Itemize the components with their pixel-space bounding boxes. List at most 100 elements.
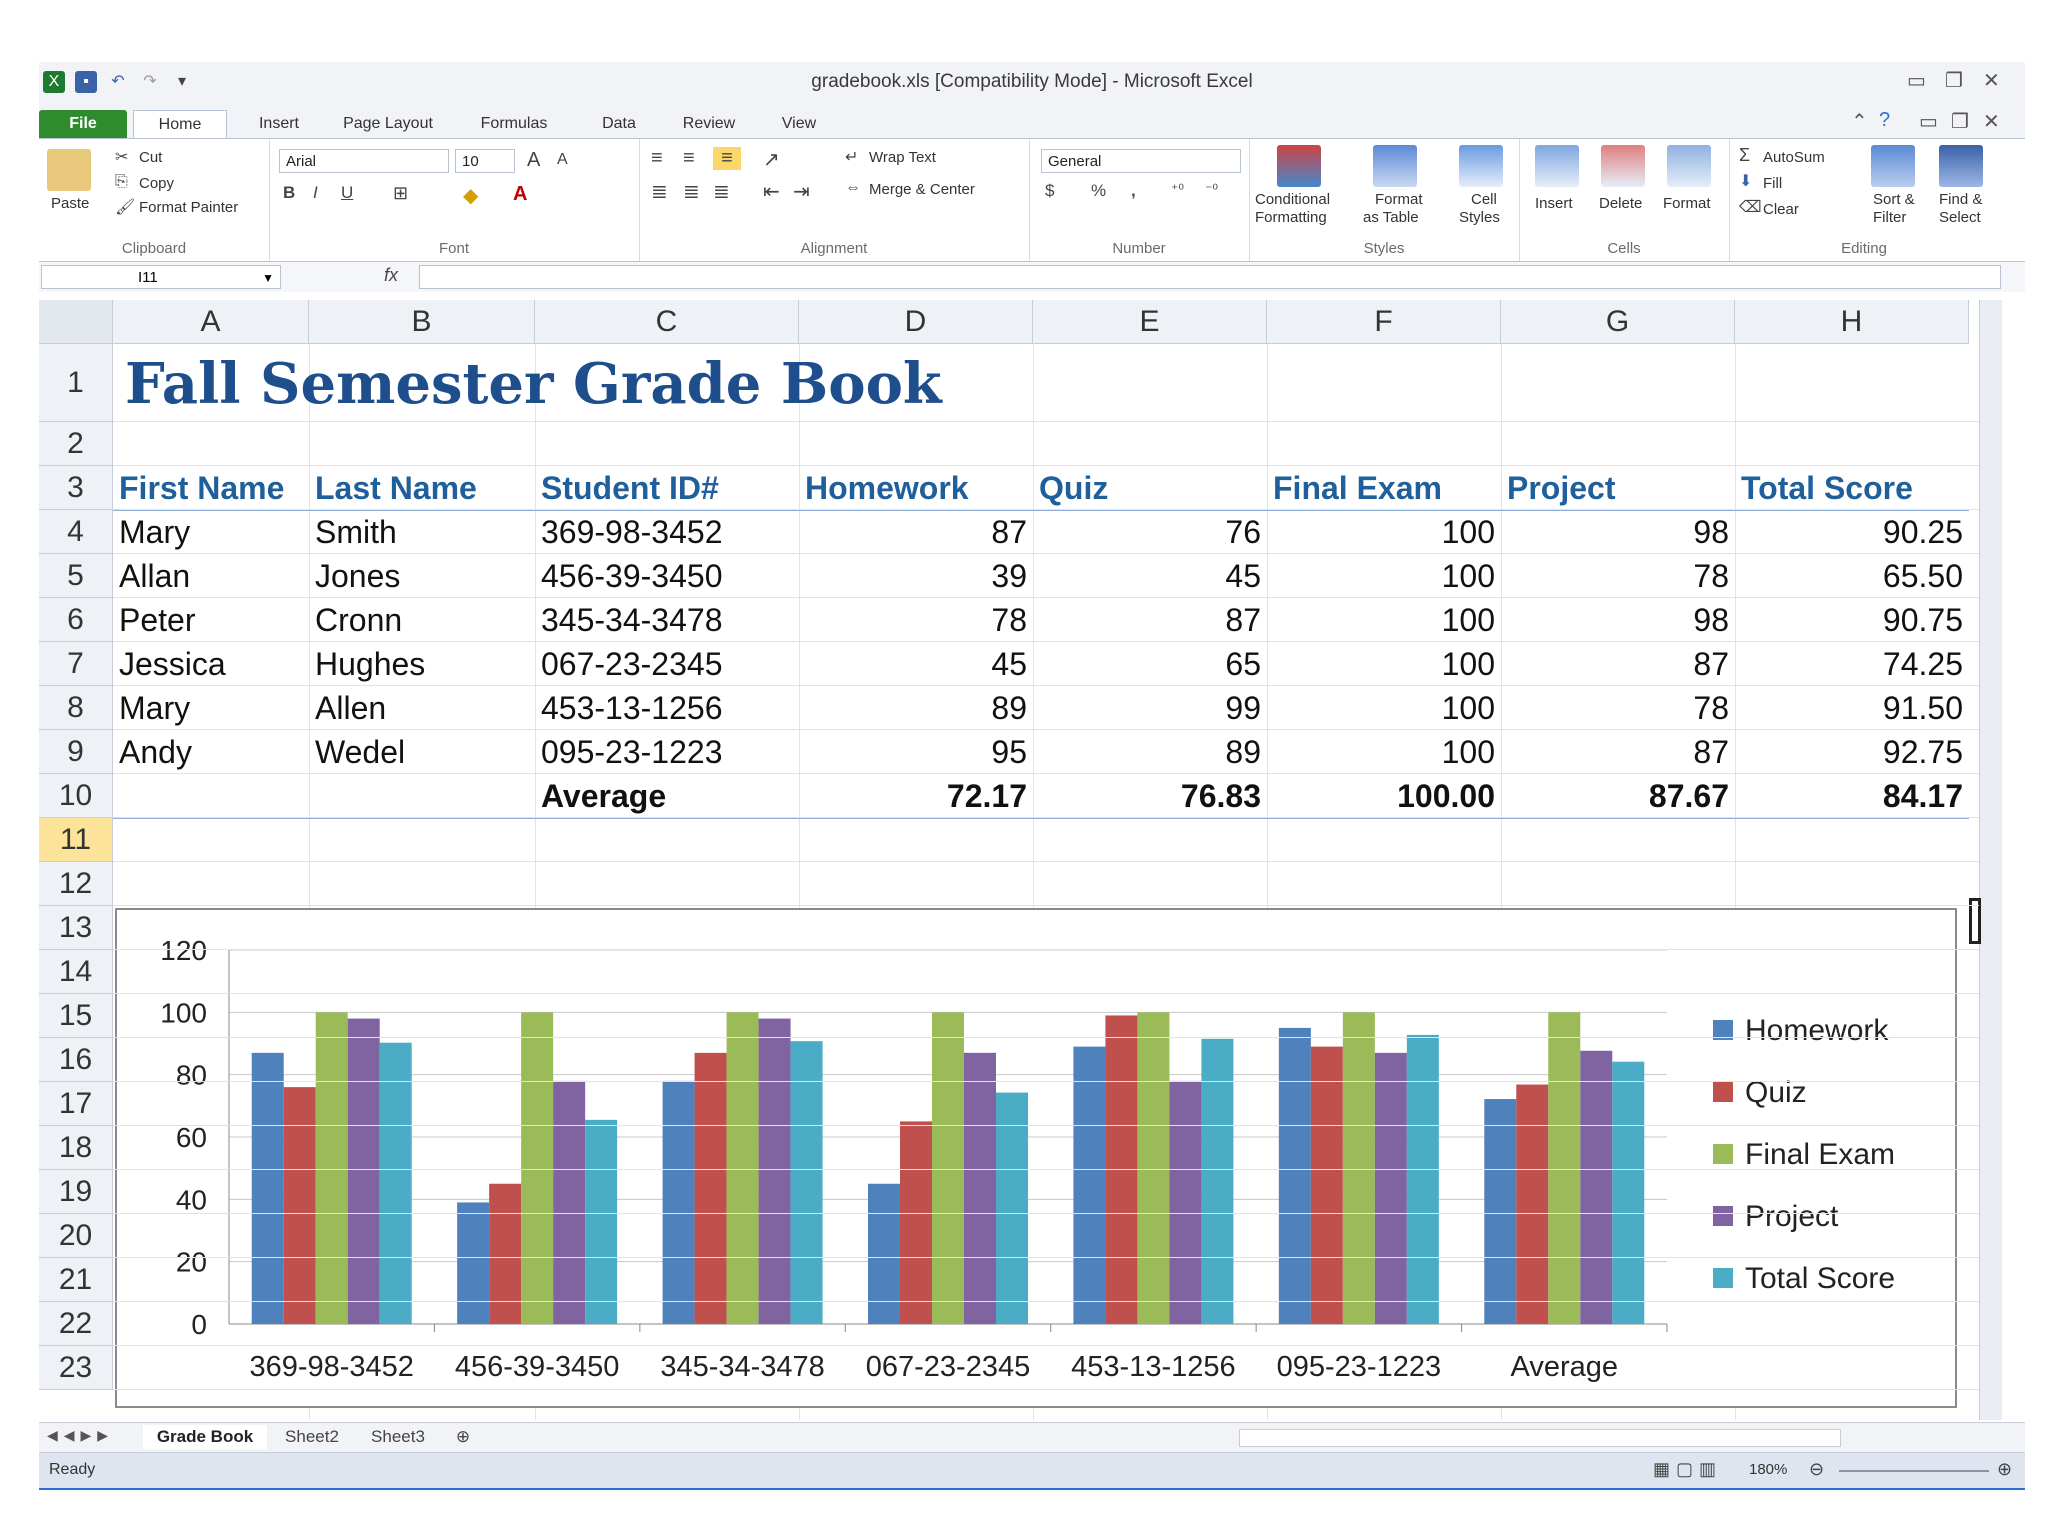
- table-cell[interactable]: Allen: [309, 686, 535, 730]
- column-header-e[interactable]: E: [1033, 300, 1267, 344]
- table-cell[interactable]: 456-39-3450: [535, 554, 799, 598]
- table-cell[interactable]: Smith: [309, 510, 535, 554]
- copy-button[interactable]: Copy: [139, 175, 174, 192]
- horizontal-scrollbar[interactable]: [1239, 1429, 1841, 1447]
- name-box-dropdown-icon[interactable]: ▼: [262, 266, 274, 290]
- column-title[interactable]: Project: [1501, 466, 1735, 510]
- paste-label[interactable]: Paste: [51, 195, 89, 212]
- formula-input[interactable]: [419, 265, 2001, 289]
- table-cell[interactable]: 095-23-1223: [535, 730, 799, 774]
- table-cell[interactable]: 87: [1501, 642, 1735, 686]
- row-header-14[interactable]: 14: [39, 950, 113, 994]
- row-header-20[interactable]: 20: [39, 1214, 113, 1258]
- name-box[interactable]: I11 ▼: [41, 265, 281, 289]
- table-cell[interactable]: 90.25: [1735, 510, 1969, 554]
- table-cell[interactable]: 90.75: [1735, 598, 1969, 642]
- bold-button[interactable]: B: [283, 183, 295, 203]
- table-cell[interactable]: 74.25: [1735, 642, 1969, 686]
- table-cell[interactable]: 87: [799, 510, 1033, 554]
- table-cell[interactable]: 100: [1267, 598, 1501, 642]
- row-header-5[interactable]: 5: [39, 554, 113, 598]
- average-cell[interactable]: 87.67: [1501, 774, 1735, 818]
- table-cell[interactable]: 78: [1501, 554, 1735, 598]
- wrap-text-button[interactable]: Wrap Text: [869, 149, 936, 166]
- font-name-select[interactable]: Arial: [279, 149, 449, 173]
- sheet-tab-sheet2[interactable]: Sheet2: [271, 1425, 353, 1449]
- align-right-icon[interactable]: ≣: [713, 179, 730, 204]
- table-cell[interactable]: 95: [799, 730, 1033, 774]
- table-cell[interactable]: 89: [1033, 730, 1267, 774]
- table-cell[interactable]: Cronn: [309, 598, 535, 642]
- vertical-scrollbar[interactable]: [1979, 300, 2002, 1420]
- row-header-18[interactable]: 18: [39, 1126, 113, 1170]
- wrap-text-icon[interactable]: ↵: [845, 147, 858, 167]
- table-cell[interactable]: Allan: [113, 554, 309, 598]
- tab-view[interactable]: View: [759, 110, 839, 138]
- column-header-b[interactable]: B: [309, 300, 535, 344]
- view-mode-icons[interactable]: ▦▢▥: [1653, 1459, 1722, 1480]
- grade-chart[interactable]: 0 20 40 60 80 100 120 369-98-3452 456-39-3450 345…: [115, 908, 1957, 1408]
- close-icon[interactable]: ✕: [1983, 68, 2000, 93]
- format-as-table-label[interactable]: Format: [1375, 191, 1423, 208]
- average-cell[interactable]: [309, 774, 535, 818]
- row-header-15[interactable]: 15: [39, 994, 113, 1038]
- column-header-d[interactable]: D: [799, 300, 1033, 344]
- align-left-icon[interactable]: ≣: [651, 179, 668, 204]
- column-header-g[interactable]: G: [1501, 300, 1735, 344]
- tab-file[interactable]: File: [39, 110, 127, 138]
- table-cell[interactable]: Andy: [113, 730, 309, 774]
- column-title[interactable]: Last Name: [309, 466, 535, 510]
- table-cell[interactable]: 89: [799, 686, 1033, 730]
- copy-icon[interactable]: ⎘: [115, 173, 128, 191]
- table-cell[interactable]: 453-13-1256: [535, 686, 799, 730]
- insert-cells-icon[interactable]: [1535, 145, 1579, 187]
- column-title[interactable]: Student ID#: [535, 466, 799, 510]
- row-header-11[interactable]: 11: [39, 818, 113, 862]
- average-cell[interactable]: [113, 774, 309, 818]
- delete-cells-icon[interactable]: [1601, 145, 1645, 187]
- insert-cells-label[interactable]: Insert: [1535, 195, 1573, 212]
- align-middle-icon[interactable]: ≡: [683, 147, 695, 170]
- grow-font-icon[interactable]: A: [527, 149, 540, 172]
- table-cell[interactable]: 78: [799, 598, 1033, 642]
- sort-filter-label[interactable]: Sort &: [1873, 191, 1915, 208]
- average-cell[interactable]: 76.83: [1033, 774, 1267, 818]
- tab-formulas[interactable]: Formulas: [459, 110, 569, 138]
- font-size-select[interactable]: 10: [455, 149, 515, 173]
- sheet-title[interactable]: Fall Semester Grade Book: [125, 344, 942, 424]
- format-cells-label[interactable]: Format: [1663, 195, 1711, 212]
- table-cell[interactable]: 76: [1033, 510, 1267, 554]
- shrink-font-icon[interactable]: A: [557, 151, 568, 169]
- find-select-label-2[interactable]: Select: [1939, 209, 1981, 226]
- table-cell[interactable]: Hughes: [309, 642, 535, 686]
- table-cell[interactable]: 98: [1501, 598, 1735, 642]
- column-header-a[interactable]: A: [113, 300, 309, 344]
- row-header-19[interactable]: 19: [39, 1170, 113, 1214]
- cell-styles-icon[interactable]: [1459, 145, 1503, 187]
- row-header-9[interactable]: 9: [39, 730, 113, 774]
- tab-page-layout[interactable]: Page Layout: [323, 110, 453, 138]
- table-cell[interactable]: Jones: [309, 554, 535, 598]
- clear-button[interactable]: Clear: [1763, 201, 1799, 218]
- column-title[interactable]: First Name: [113, 466, 309, 510]
- decrease-indent-icon[interactable]: ⇤: [763, 179, 780, 204]
- row-header-6[interactable]: 6: [39, 598, 113, 642]
- align-center-icon[interactable]: ≣: [683, 179, 700, 204]
- average-cell[interactable]: 84.17: [1735, 774, 1969, 818]
- table-cell[interactable]: 78: [1501, 686, 1735, 730]
- align-bottom-icon[interactable]: ≡: [713, 147, 741, 170]
- percent-button[interactable]: %: [1091, 181, 1106, 201]
- column-header-c[interactable]: C: [535, 300, 799, 344]
- row-header-8[interactable]: 8: [39, 686, 113, 730]
- doc-close-icon[interactable]: ✕: [1983, 109, 2000, 134]
- help-icon[interactable]: ?: [1879, 109, 1890, 132]
- table-cell[interactable]: Jessica: [113, 642, 309, 686]
- table-cell[interactable]: 345-34-3478: [535, 598, 799, 642]
- table-cell[interactable]: 87: [1501, 730, 1735, 774]
- insert-sheet-icon[interactable]: ⊕: [443, 1425, 483, 1449]
- collapse-ribbon-icon[interactable]: ⌃: [1851, 109, 1868, 134]
- orientation-icon[interactable]: ↗: [763, 147, 780, 172]
- cell-styles-label-2[interactable]: Styles: [1459, 209, 1500, 226]
- clear-icon[interactable]: ⌫: [1739, 197, 1762, 217]
- select-all-corner[interactable]: [39, 300, 113, 344]
